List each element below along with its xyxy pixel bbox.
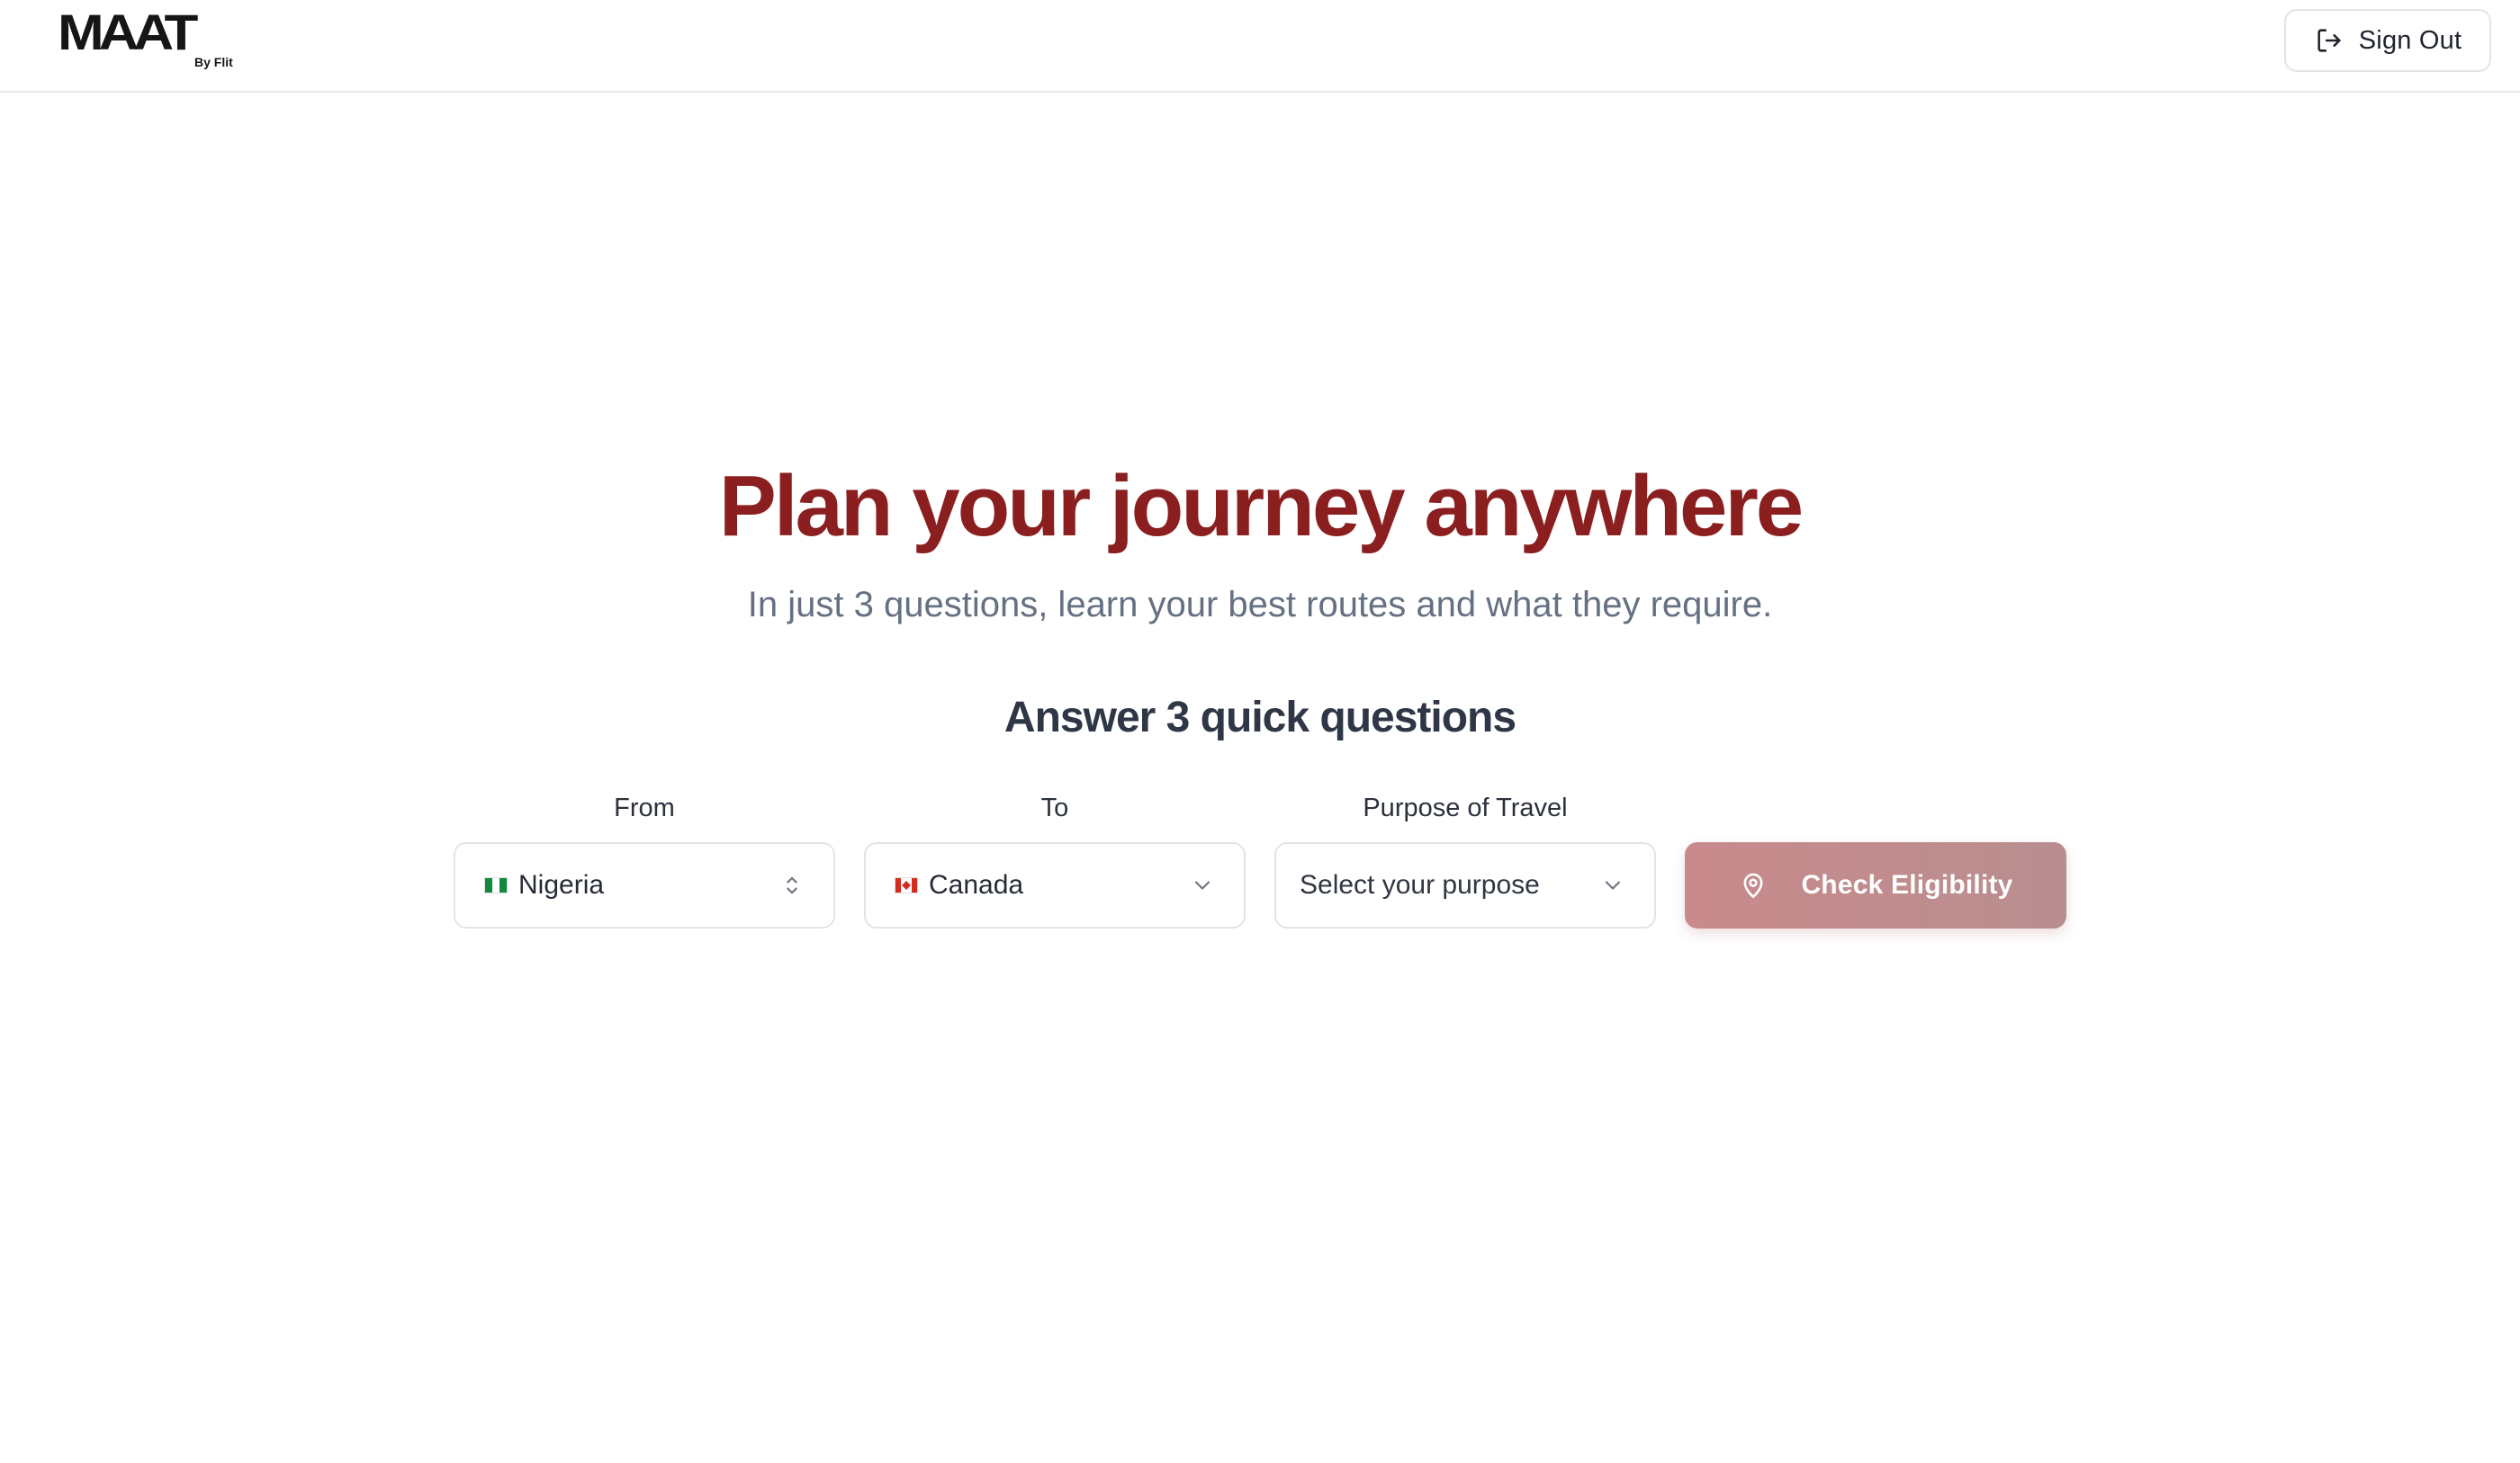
map-pin-icon <box>1743 873 1763 899</box>
to-label: To <box>1040 794 1069 822</box>
canada-flag-icon <box>895 877 918 893</box>
chevron-down-icon <box>1605 881 1621 890</box>
svg-text:By Flit: By Flit <box>194 55 233 69</box>
from-label: From <box>614 794 675 822</box>
top-navbar: MAAT By Flit Sign Out <box>0 0 2520 93</box>
check-eligibility-label: Check Eligibility <box>1801 870 2013 900</box>
page-subtitle: In just 3 questions, learn your best rou… <box>747 585 1773 624</box>
svg-text:MAAT: MAAT <box>58 9 198 60</box>
page-title: Plan your journey anywhere <box>718 458 1804 554</box>
to-country-value: Canada <box>929 870 1024 900</box>
maat-logo[interactable]: MAAT By Flit <box>56 9 254 72</box>
sign-out-button[interactable]: Sign Out <box>2284 9 2491 72</box>
maat-logo-mark: MAAT By Flit <box>58 9 233 69</box>
nigeria-flag-icon <box>484 877 508 893</box>
purpose-label: Purpose of Travel <box>1363 794 1568 822</box>
sign-out-icon <box>2318 29 2341 52</box>
from-country-value: Nigeria <box>518 870 605 900</box>
chevron-down-icon <box>1194 881 1210 890</box>
chevron-up-down-icon <box>787 876 797 894</box>
check-eligibility-button[interactable]: Check Eligibility <box>1685 842 2066 929</box>
to-country-select[interactable]: Canada <box>864 842 1246 929</box>
purpose-placeholder: Select your purpose <box>1300 870 1540 900</box>
sign-out-label: Sign Out <box>2358 25 2462 55</box>
from-country-select[interactable]: Nigeria <box>454 842 835 929</box>
purpose-select[interactable]: Select your purpose <box>1274 842 1656 929</box>
questions-heading: Answer 3 quick questions <box>1004 694 1516 741</box>
